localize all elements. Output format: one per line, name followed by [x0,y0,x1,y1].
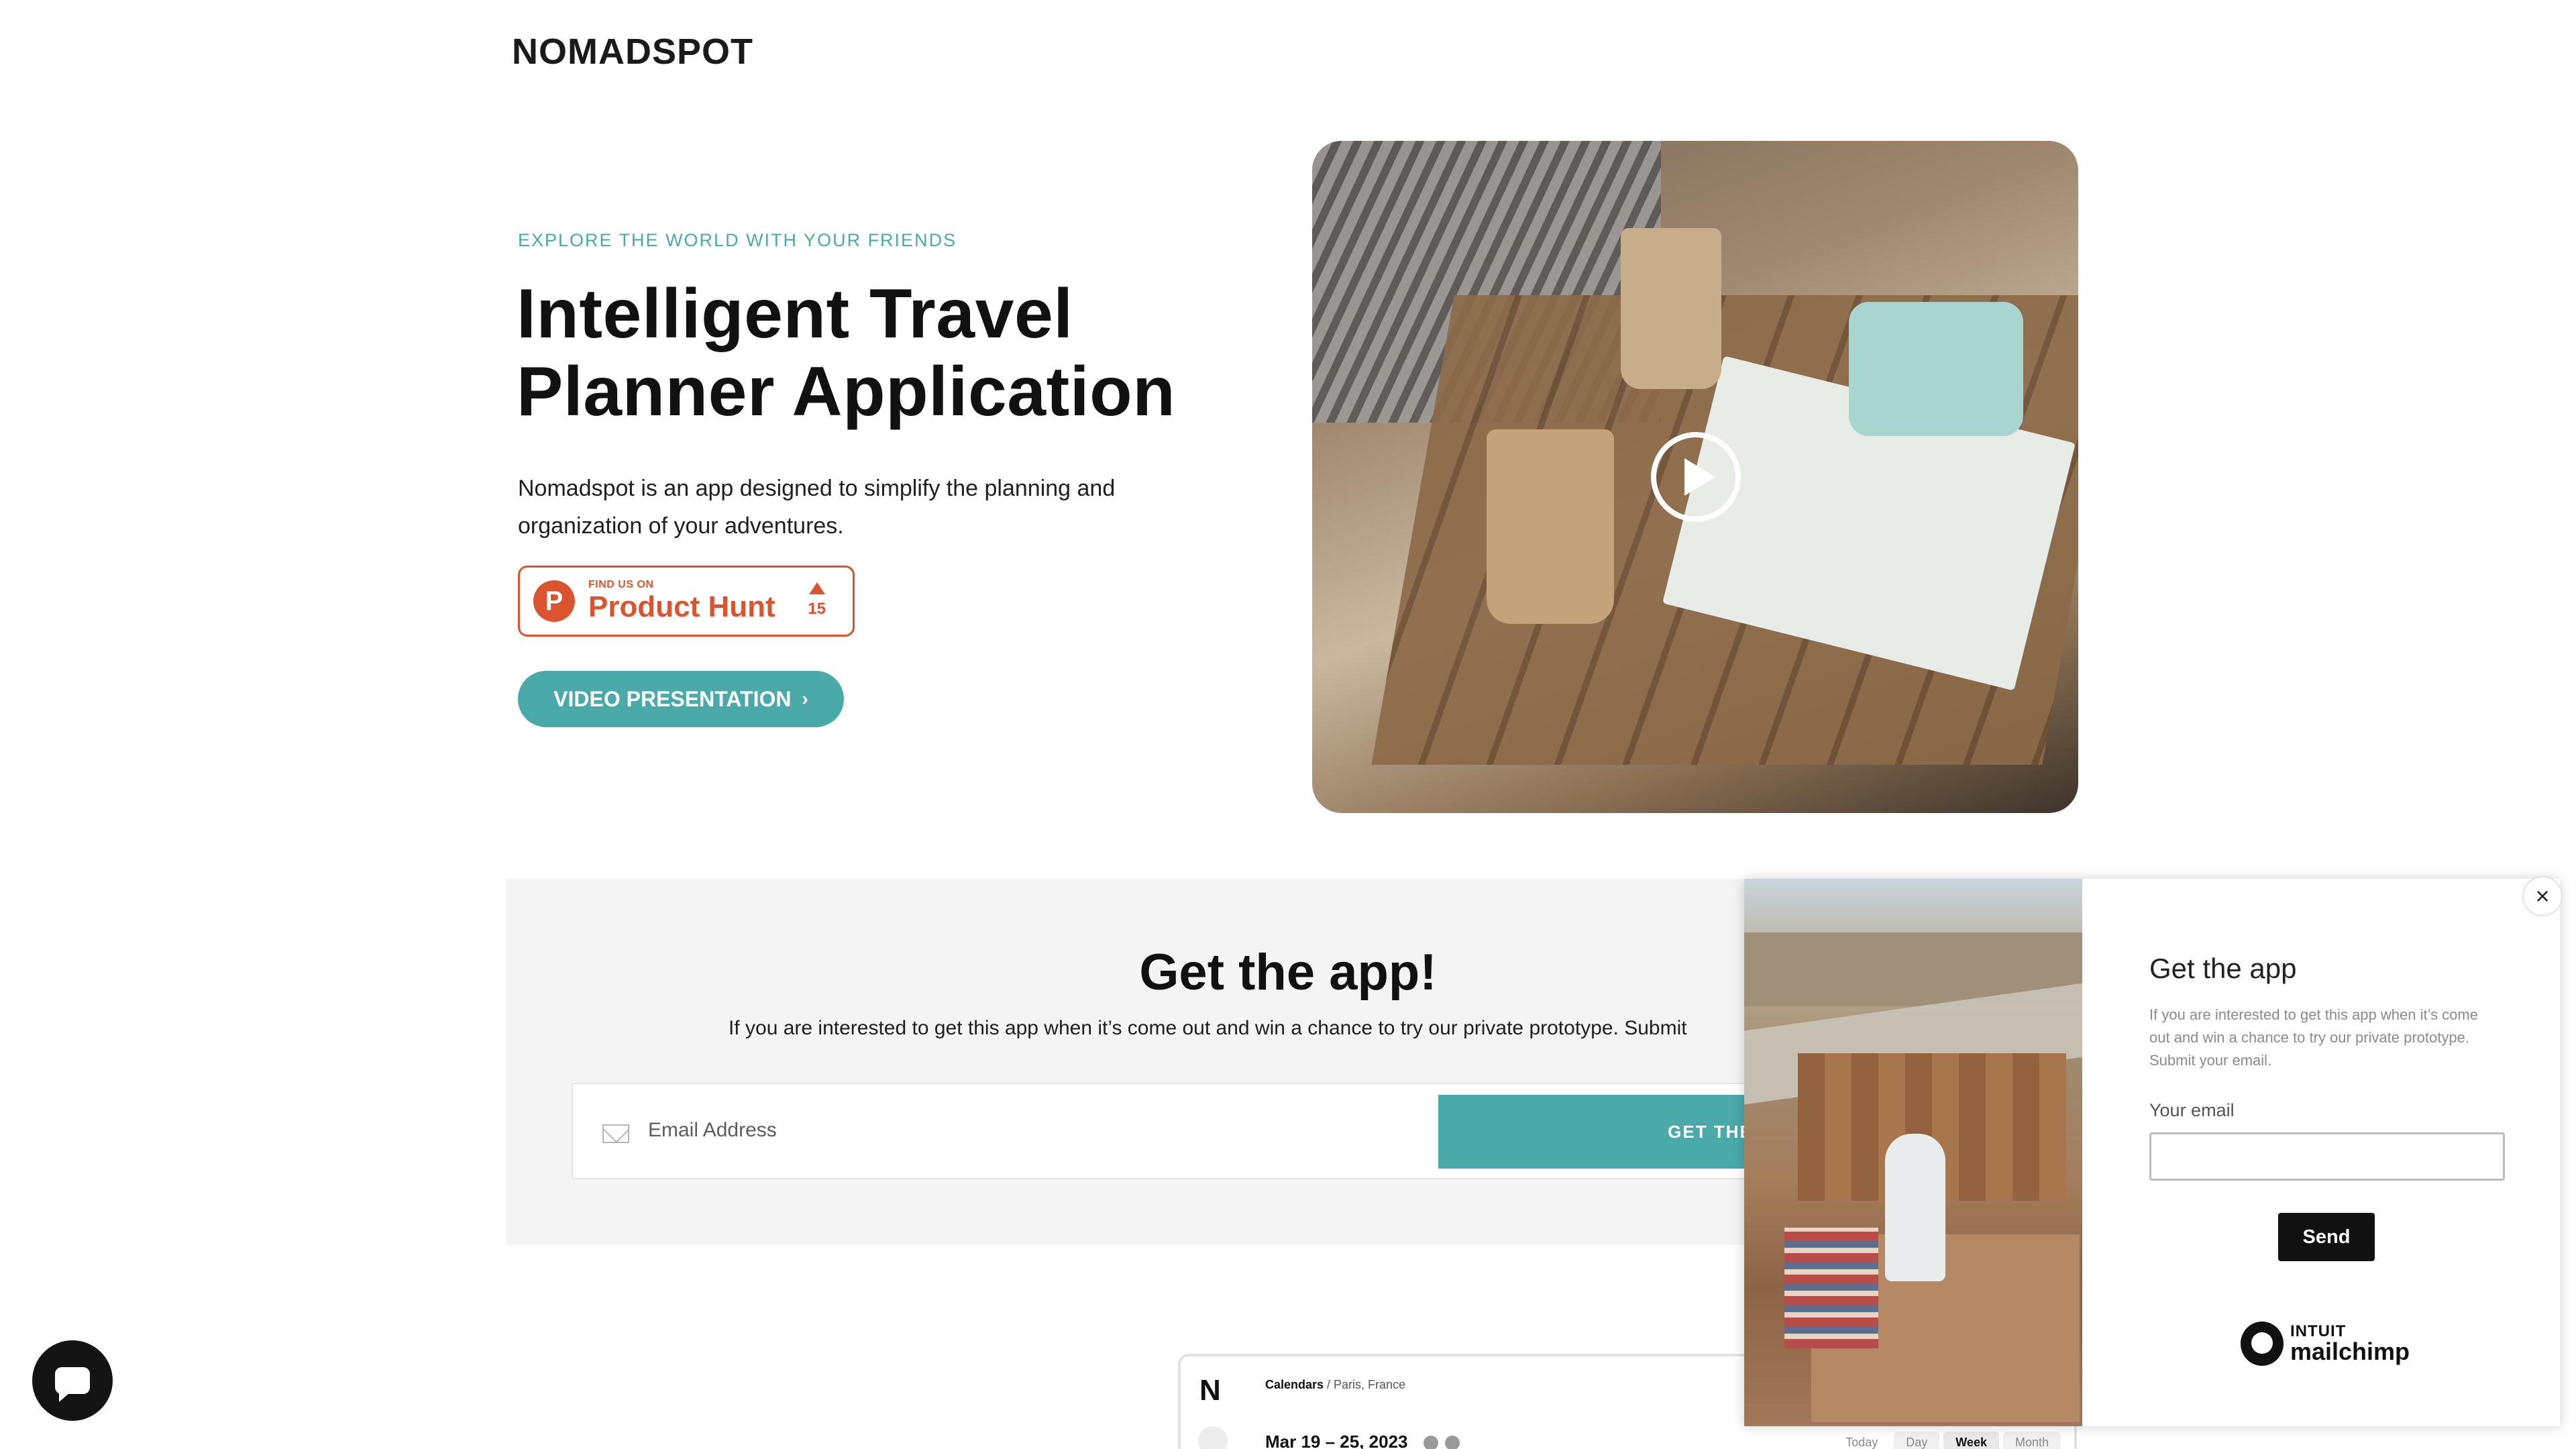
calendar-logo: N [1199,1374,1221,1407]
breadcrumb-location: / Paris, France [1324,1378,1406,1391]
product-hunt-votes: 15 [808,582,826,619]
product-hunt-logo-icon: P [533,580,575,622]
hero-title: Intelligent Travel Planner Application [517,275,1221,431]
view-month[interactable]: Month [2002,1432,2061,1449]
mailchimp-icon [2241,1322,2284,1366]
view-day[interactable]: Day [1894,1432,1940,1449]
popup-image [1744,879,2082,1426]
chevron-right-icon: › [802,688,808,709]
hero-title-line1: Intelligent Travel [517,275,1073,353]
get-app-subtitle: If you are interested to get this app wh… [729,1017,1687,1039]
upvote-arrow-icon [808,582,825,594]
popup-email-label: Your email [2149,1100,2235,1120]
hero-video-thumbnail[interactable] [1312,141,2078,813]
hero-description: Nomadspot is an app designed to simplify… [518,476,1116,539]
view-today[interactable]: Today [1833,1432,1890,1449]
chat-button[interactable] [32,1340,113,1421]
product-hunt-badge[interactable]: P FIND US ON Product Hunt 15 [518,566,855,637]
popup-title: Get the app [2149,953,2297,984]
image-decor [1885,1134,1945,1281]
nomadspot-logo[interactable]: NOMADSPOT [512,34,753,70]
view-week[interactable]: Week [1943,1432,1999,1449]
popup-email-field[interactable] [2149,1132,2505,1181]
calendar-icon [1198,1426,1228,1449]
send-button[interactable]: Send [2278,1213,2375,1261]
hero-eyebrow: EXPLORE THE WORLD WITH YOUR FRIENDS [518,230,957,250]
image-decor [1784,1228,1878,1348]
video-presentation-label: VIDEO PRESENTATION [553,686,792,711]
image-decor [1621,228,1721,389]
breadcrumb: Calendars / Paris, France [1265,1378,1405,1392]
video-presentation-button[interactable]: VIDEO PRESENTATION › [518,671,844,727]
mailchimp-name: mailchimp [2290,1338,2410,1365]
date-navigation [1424,1436,1460,1449]
play-icon[interactable] [1651,432,1741,522]
product-hunt-small-label: FIND US ON [588,579,654,590]
mail-icon [602,1124,629,1143]
close-icon[interactable]: × [2522,876,2563,916]
chat-icon [55,1367,90,1402]
chevron-left-icon[interactable] [1424,1436,1438,1449]
product-hunt-name: Product Hunt [588,590,775,623]
vote-count: 15 [808,600,826,618]
popup-description: If you are interested to get this app wh… [2149,1006,2478,1069]
mailchimp-wordmark: INTUIT mailchimp [2290,1324,2410,1364]
image-decor [1849,302,2023,436]
product-hunt-text: FIND US ON Product Hunt [588,579,775,623]
image-decor [1487,429,1614,624]
mailchimp-logo[interactable]: INTUIT mailchimp [2241,1322,2410,1366]
chevron-right-icon[interactable] [1445,1436,1460,1449]
hero-title-line2: Planner Application [517,353,1176,431]
signup-popup: × Get the app If you are interested to g… [1744,876,2563,1426]
date-range: Mar 19 – 25, 2023 [1265,1432,1408,1449]
view-switcher: Today Day Week Month [1833,1432,2061,1449]
email-input[interactable]: Email Address [648,1119,777,1142]
breadcrumb-current: Calendars [1265,1378,1324,1391]
